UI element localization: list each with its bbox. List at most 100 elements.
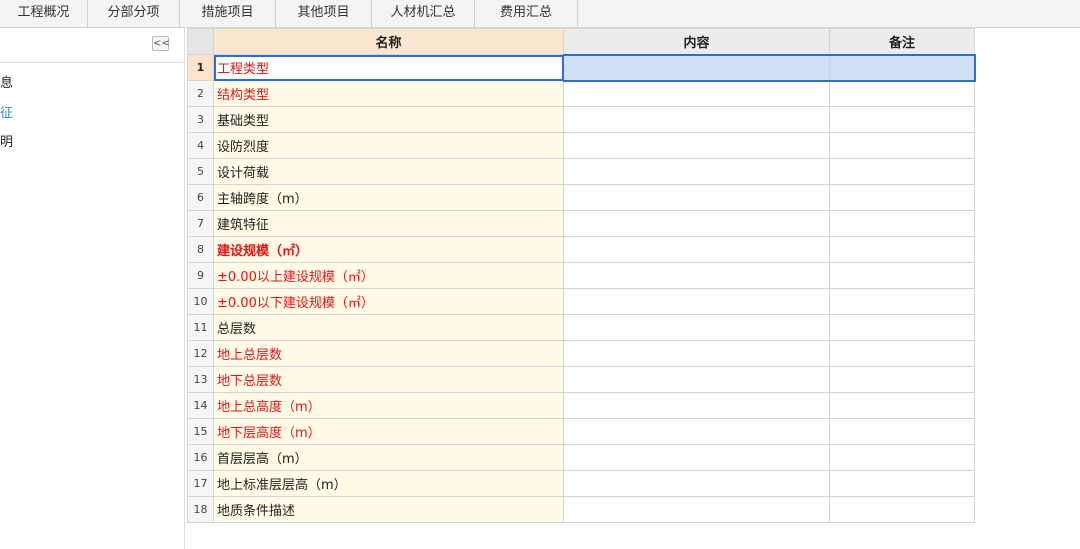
row-number-cell[interactable]: 11 — [187, 314, 214, 341]
remark-cell[interactable] — [829, 236, 975, 263]
table-row[interactable]: 9 ±0.00以上建设规模（㎡） — [187, 262, 975, 289]
table-row[interactable]: 18 地质条件描述 — [187, 496, 975, 523]
row-number-cell[interactable]: 14 — [187, 392, 214, 419]
name-cell[interactable]: ±0.00以上建设规模（㎡） — [213, 262, 564, 289]
content-cell[interactable] — [563, 184, 830, 211]
name-cell[interactable]: 地下层高度（m） — [213, 418, 564, 445]
name-cell[interactable]: 设防烈度 — [213, 132, 564, 159]
remark-cell[interactable] — [829, 288, 975, 315]
content-cell[interactable] — [563, 80, 830, 107]
tree-item-description[interactable]: 明 — [0, 131, 13, 150]
tab-other-items[interactable]: 其他项目 — [276, 0, 372, 27]
row-number-cell[interactable]: 4 — [187, 132, 214, 159]
name-cell[interactable]: 建筑特征 — [213, 210, 564, 237]
name-cell[interactable]: 首层层高（m） — [213, 444, 564, 471]
table-row[interactable]: 16 首层层高（m） — [187, 444, 975, 471]
name-cell[interactable]: 工程类型 — [213, 54, 564, 81]
row-number-cell[interactable]: 8 — [187, 236, 214, 263]
table-row[interactable]: 13 地下总层数 — [187, 366, 975, 393]
name-cell[interactable]: 结构类型 — [213, 80, 564, 107]
content-cell[interactable] — [563, 288, 830, 315]
remark-cell[interactable] — [829, 158, 975, 185]
table-row[interactable]: 7 建筑特征 — [187, 210, 975, 237]
remark-cell[interactable] — [829, 132, 975, 159]
name-cell[interactable]: 地下总层数 — [213, 366, 564, 393]
remark-cell[interactable] — [829, 340, 975, 367]
content-cell[interactable] — [563, 444, 830, 471]
column-header-content[interactable]: 内容 — [563, 28, 830, 55]
table-row[interactable]: 8 建设规模（㎡） — [187, 236, 975, 263]
table-row[interactable]: 10 ±0.00以下建设规模（㎡） — [187, 288, 975, 315]
content-cell[interactable] — [563, 158, 830, 185]
name-cell[interactable]: 基础类型 — [213, 106, 564, 133]
table-row[interactable]: 12 地上总层数 — [187, 340, 975, 367]
content-cell[interactable] — [563, 496, 830, 523]
content-cell[interactable] — [563, 262, 830, 289]
tab-sub-items[interactable]: 分部分项 — [88, 0, 180, 27]
row-number-cell[interactable]: 6 — [187, 184, 214, 211]
tree-item-features[interactable]: 征 — [0, 102, 13, 121]
content-cell[interactable] — [563, 366, 830, 393]
content-cell[interactable] — [563, 470, 830, 497]
content-cell[interactable] — [563, 392, 830, 419]
tab-measures[interactable]: 措施项目 — [180, 0, 276, 27]
row-number-cell[interactable]: 10 — [187, 288, 214, 315]
name-cell[interactable]: 地质条件描述 — [213, 496, 564, 523]
header-corner-cell[interactable] — [187, 28, 214, 55]
name-cell[interactable]: 主轴跨度（m） — [213, 184, 564, 211]
row-number-cell[interactable]: 12 — [187, 340, 214, 367]
content-cell[interactable] — [563, 236, 830, 263]
remark-cell[interactable] — [829, 184, 975, 211]
name-cell[interactable]: 地上总层数 — [213, 340, 564, 367]
name-cell[interactable]: 建设规模（㎡） — [213, 236, 564, 263]
row-number-cell[interactable]: 17 — [187, 470, 214, 497]
tab-cost-summary[interactable]: 费用汇总 — [475, 0, 578, 27]
tree-item-info[interactable]: 息 — [0, 72, 13, 91]
row-number-cell[interactable]: 15 — [187, 418, 214, 445]
content-cell[interactable] — [563, 314, 830, 341]
table-row[interactable]: 3 基础类型 — [187, 106, 975, 133]
remark-cell[interactable] — [829, 418, 975, 445]
content-cell[interactable] — [563, 106, 830, 133]
remark-cell[interactable] — [829, 106, 975, 133]
remark-cell[interactable] — [829, 210, 975, 237]
collapse-panel-button[interactable]: << — [152, 36, 170, 51]
row-number-cell[interactable]: 9 — [187, 262, 214, 289]
remark-cell[interactable] — [829, 262, 975, 289]
row-number-cell[interactable]: 7 — [187, 210, 214, 237]
remark-cell[interactable] — [829, 366, 975, 393]
table-row[interactable]: 6 主轴跨度（m） — [187, 184, 975, 211]
table-row[interactable]: 14 地上总高度（m） — [187, 392, 975, 419]
content-cell[interactable] — [563, 418, 830, 445]
name-cell[interactable]: ±0.00以下建设规模（㎡） — [213, 288, 564, 315]
row-number-cell[interactable]: 16 — [187, 444, 214, 471]
column-header-name[interactable]: 名称 — [213, 28, 564, 55]
table-row[interactable]: 1 工程类型 — [187, 53, 976, 82]
remark-cell[interactable] — [829, 80, 975, 107]
name-cell[interactable]: 总层数 — [213, 314, 564, 341]
table-row[interactable]: 15 地下层高度（m） — [187, 418, 975, 445]
content-cell[interactable] — [563, 132, 830, 159]
row-number-cell[interactable]: 18 — [187, 496, 214, 523]
row-number-cell[interactable]: 2 — [187, 80, 214, 107]
content-cell[interactable] — [563, 53, 830, 82]
name-cell[interactable]: 设计荷载 — [213, 158, 564, 185]
tab-project-overview[interactable]: 工程概况 — [0, 0, 88, 27]
row-number-cell[interactable]: 13 — [187, 366, 214, 393]
row-number-cell[interactable]: 5 — [187, 158, 214, 185]
row-number-cell[interactable]: 1 — [187, 54, 214, 81]
remark-cell[interactable] — [829, 314, 975, 341]
name-cell[interactable]: 地上总高度（m） — [213, 392, 564, 419]
tab-labor-material-machine[interactable]: 人材机汇总 — [372, 0, 475, 27]
remark-cell[interactable] — [829, 470, 975, 497]
row-number-cell[interactable]: 3 — [187, 106, 214, 133]
remark-cell[interactable] — [829, 496, 975, 523]
name-cell[interactable]: 地上标准层层高（m） — [213, 470, 564, 497]
table-row[interactable]: 2 结构类型 — [187, 80, 975, 107]
column-header-remark[interactable]: 备注 — [829, 28, 975, 55]
table-row[interactable]: 5 设计荷载 — [187, 158, 975, 185]
table-row[interactable]: 17 地上标准层层高（m） — [187, 470, 975, 497]
content-cell[interactable] — [563, 210, 830, 237]
remark-cell[interactable] — [829, 53, 976, 82]
remark-cell[interactable] — [829, 444, 975, 471]
